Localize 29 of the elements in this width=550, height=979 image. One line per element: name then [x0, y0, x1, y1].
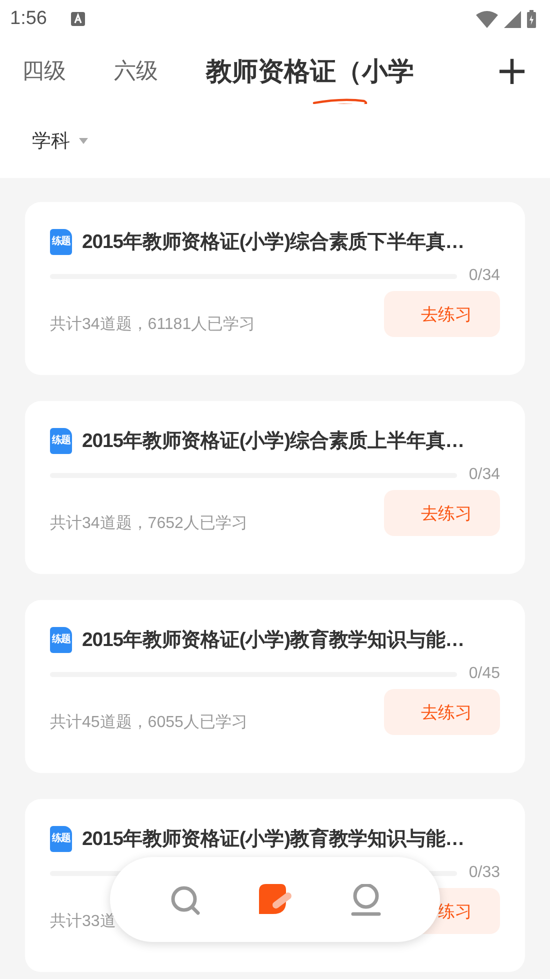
- progress-count: 0/34: [468, 466, 500, 484]
- profile-icon[interactable]: [351, 884, 381, 916]
- dropdown-caret-icon: [79, 138, 88, 144]
- status-time: 1:56: [10, 8, 47, 30]
- exercise-title: 2015年教师资格证(小学)教育教学知识与能…: [82, 628, 464, 653]
- exercise-file-icon: 练题: [50, 626, 72, 652]
- progress-count: 0/33: [468, 864, 500, 882]
- exercise-stats: 共计34道题，7652人已学习: [50, 514, 248, 534]
- exercise-title: 2015年教师资格证(小学)教育教学知识与能…: [82, 826, 464, 852]
- tab[interactable]: 六级: [114, 56, 158, 86]
- search-icon[interactable]: [169, 884, 201, 916]
- progress-count: 0/45: [468, 665, 500, 683]
- keyboard-notification-icon: [70, 12, 85, 26]
- exercise-stats: 共计34道题，61181人已学习: [50, 314, 256, 334]
- battery-icon: [527, 10, 536, 28]
- progress-count: 0/34: [468, 267, 500, 285]
- practice-icon[interactable]: [259, 884, 293, 916]
- tab[interactable]: 四级: [22, 56, 66, 86]
- signal-icon: [504, 10, 521, 28]
- subject-filter[interactable]: 学科: [32, 128, 88, 154]
- exercise-file-icon: 练题: [50, 228, 72, 254]
- exercise-stats: 共计33道: [50, 912, 116, 932]
- exercise-file-icon: 练题: [50, 826, 72, 852]
- exercise-stats: 共计45道题，6055人已学习: [50, 712, 248, 732]
- exercise-file-icon: 练题: [50, 428, 72, 454]
- exercise-title: 2015年教师资格证(小学)综合素质下半年真…: [82, 230, 464, 255]
- wifi-icon: [476, 10, 498, 28]
- tab[interactable]: 教师资格证（小学: [206, 54, 414, 88]
- exercise-title: 2015年教师资格证(小学)综合素质上半年真…: [82, 429, 464, 454]
